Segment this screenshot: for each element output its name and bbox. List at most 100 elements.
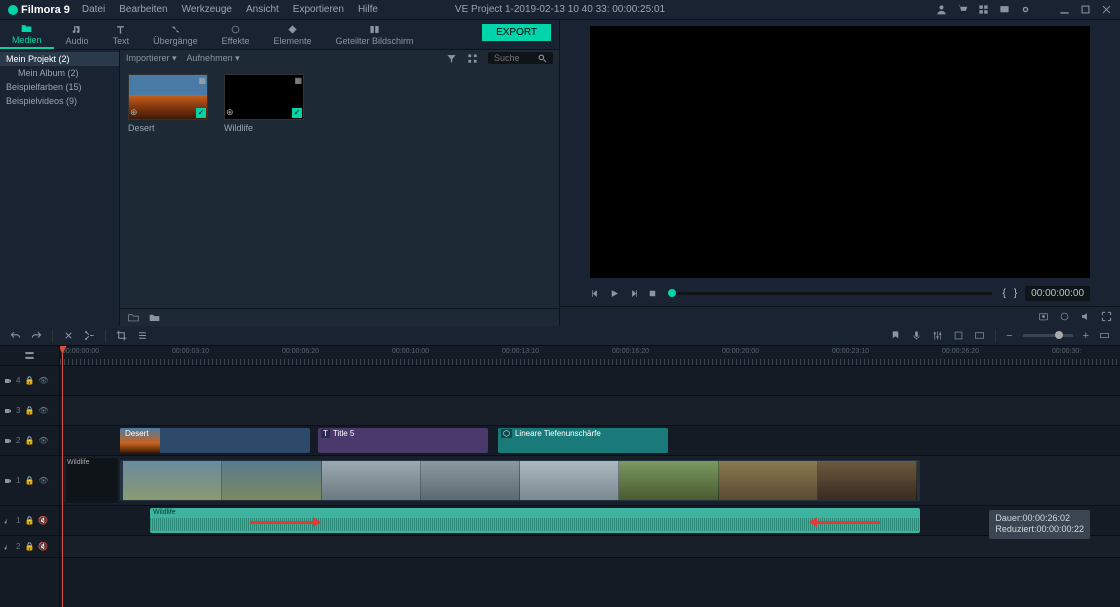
track-a2[interactable]: [60, 536, 1120, 558]
media-thumb-wildlife[interactable]: ▦⊕✓ Wildlife: [224, 74, 304, 133]
user-icon[interactable]: [936, 4, 947, 15]
close-icon[interactable]: [1101, 4, 1112, 15]
play-icon[interactable]: [609, 288, 620, 299]
marker-icon[interactable]: [890, 330, 901, 341]
clip-wildlife[interactable]: [120, 460, 920, 501]
folder-icon[interactable]: [149, 312, 160, 323]
track-head-v2[interactable]: 2🔒👁: [0, 426, 59, 456]
track-v3[interactable]: [60, 396, 1120, 426]
zoom-fit-icon[interactable]: [974, 330, 985, 341]
track-head-a1[interactable]: 1🔒🔇: [0, 506, 59, 536]
tracks-collapse-icon[interactable]: [24, 350, 35, 361]
import-dropdown[interactable]: Importierer ▾: [126, 53, 177, 64]
lock-icon[interactable]: 🔒: [24, 516, 34, 525]
zoom-out-icon[interactable]: −: [1006, 330, 1012, 342]
tab-text[interactable]: Text: [101, 20, 142, 49]
prev-frame-icon[interactable]: [590, 288, 601, 299]
clip-title[interactable]: TTitle 5: [318, 428, 488, 453]
tab-elemente[interactable]: Elemente: [261, 20, 323, 49]
track-head-a2[interactable]: 2🔒🔇: [0, 536, 59, 558]
menu-datei[interactable]: Datei: [82, 4, 105, 15]
message-icon[interactable]: [999, 4, 1010, 15]
media-thumb-desert[interactable]: ▦⊕✓ Desert: [128, 74, 208, 133]
record-dropdown[interactable]: Aufnehmen ▾: [187, 53, 240, 64]
track-head-v1[interactable]: 1🔒👁: [0, 456, 59, 506]
tree-mein-projekt[interactable]: Mein Projekt (2): [0, 52, 119, 66]
track-head-v3[interactable]: 3🔒👁: [0, 396, 59, 426]
quality-icon[interactable]: [1059, 311, 1070, 322]
split-icon[interactable]: [84, 330, 95, 341]
eye-icon[interactable]: 👁: [38, 376, 48, 385]
add-icon[interactable]: ⊕: [130, 107, 138, 118]
zoom-to-fit-icon[interactable]: [1099, 330, 1110, 341]
render-icon[interactable]: [953, 330, 964, 341]
maximize-icon[interactable]: [1080, 4, 1091, 15]
menu-werkzeuge[interactable]: Werkzeuge: [182, 4, 232, 15]
eye-icon[interactable]: 👁: [38, 406, 48, 415]
mute-icon[interactable]: 🔇: [38, 542, 48, 551]
tree-mein-album[interactable]: Mein Album (2): [0, 66, 119, 80]
filter-icon[interactable]: [446, 53, 457, 64]
mute-icon[interactable]: 🔇: [38, 516, 48, 525]
preview-viewport[interactable]: [590, 26, 1090, 278]
redo-icon[interactable]: [31, 330, 42, 341]
zoom-in-icon[interactable]: +: [1083, 330, 1089, 342]
marker-out-icon[interactable]: }: [1014, 288, 1017, 299]
clip-wildlife-label[interactable]: Wildlife: [66, 458, 118, 503]
video-icon: [4, 437, 12, 445]
tab-ubergange[interactable]: Übergänge: [141, 20, 210, 49]
tab-effekte[interactable]: Effekte: [210, 20, 262, 49]
track-a1[interactable]: Wildlife Dauer:00:00:26:02 Reduziert:00:…: [60, 506, 1120, 536]
minimize-icon[interactable]: [1059, 4, 1070, 15]
menu-exportieren[interactable]: Exportieren: [293, 4, 344, 15]
lock-icon[interactable]: 🔒: [24, 476, 34, 485]
tab-medien[interactable]: Medien: [0, 20, 54, 49]
add-icon[interactable]: ⊕: [226, 107, 234, 118]
grid-view-icon[interactable]: [467, 53, 478, 64]
tracks-area[interactable]: 00:00:00:00 00:00:03:10 00:00:06:20 00:0…: [60, 346, 1120, 607]
menu-bearbeiten[interactable]: Bearbeiten: [119, 4, 167, 15]
track-v1[interactable]: Wildlife: [60, 456, 1120, 506]
cart-icon[interactable]: [957, 4, 968, 15]
crop-icon[interactable]: [116, 330, 127, 341]
tab-audio[interactable]: Audio: [54, 20, 101, 49]
new-folder-icon[interactable]: [128, 312, 139, 323]
adjust-icon[interactable]: [137, 330, 148, 341]
mixer-icon[interactable]: [932, 330, 943, 341]
lock-icon[interactable]: 🔒: [24, 406, 34, 415]
snapshot-icon[interactable]: [1038, 311, 1049, 322]
track-v2[interactable]: Desert TTitle 5 ⬡Lineare Tiefenunschärfe: [60, 426, 1120, 456]
track-head-v4[interactable]: 4🔒👁: [0, 366, 59, 396]
clip-effect[interactable]: ⬡Lineare Tiefenunschärfe: [498, 428, 668, 453]
timeline-ruler[interactable]: 00:00:00:00 00:00:03:10 00:00:06:20 00:0…: [60, 346, 1120, 366]
eye-icon[interactable]: 👁: [38, 476, 48, 485]
tab-splitscreen[interactable]: Geteilter Bildschirm: [324, 20, 426, 49]
clip-audio-wildlife[interactable]: Wildlife: [150, 508, 920, 533]
search-input[interactable]: [494, 53, 534, 63]
volume-icon[interactable]: [1080, 311, 1091, 322]
menu-hilfe[interactable]: Hilfe: [358, 4, 378, 15]
settings-icon[interactable]: [1020, 4, 1031, 15]
fullscreen-icon[interactable]: [1101, 311, 1112, 322]
next-frame-icon[interactable]: [628, 288, 639, 299]
search-box[interactable]: [488, 52, 553, 64]
clip-desert[interactable]: Desert: [120, 428, 310, 453]
tree-beispielvideos[interactable]: Beispielvideos (9): [0, 94, 119, 108]
stop-icon[interactable]: [647, 288, 658, 299]
eye-icon[interactable]: 👁: [38, 436, 48, 445]
apps-icon[interactable]: [978, 4, 989, 15]
lock-icon[interactable]: 🔒: [24, 376, 34, 385]
tree-beispielfarben[interactable]: Beispielfarben (15): [0, 80, 119, 94]
export-button[interactable]: EXPORT: [482, 24, 551, 41]
undo-icon[interactable]: [10, 330, 21, 341]
delete-icon[interactable]: [63, 330, 74, 341]
menu-ansicht[interactable]: Ansicht: [246, 4, 279, 15]
mic-icon[interactable]: [911, 330, 922, 341]
track-v4[interactable]: [60, 366, 1120, 396]
zoom-slider[interactable]: [1023, 334, 1073, 337]
lock-icon[interactable]: 🔒: [24, 542, 34, 551]
timeline-playhead[interactable]: [62, 346, 63, 607]
marker-in-icon[interactable]: {: [1002, 288, 1005, 299]
preview-scrubber[interactable]: [668, 292, 992, 295]
lock-icon[interactable]: 🔒: [24, 436, 34, 445]
